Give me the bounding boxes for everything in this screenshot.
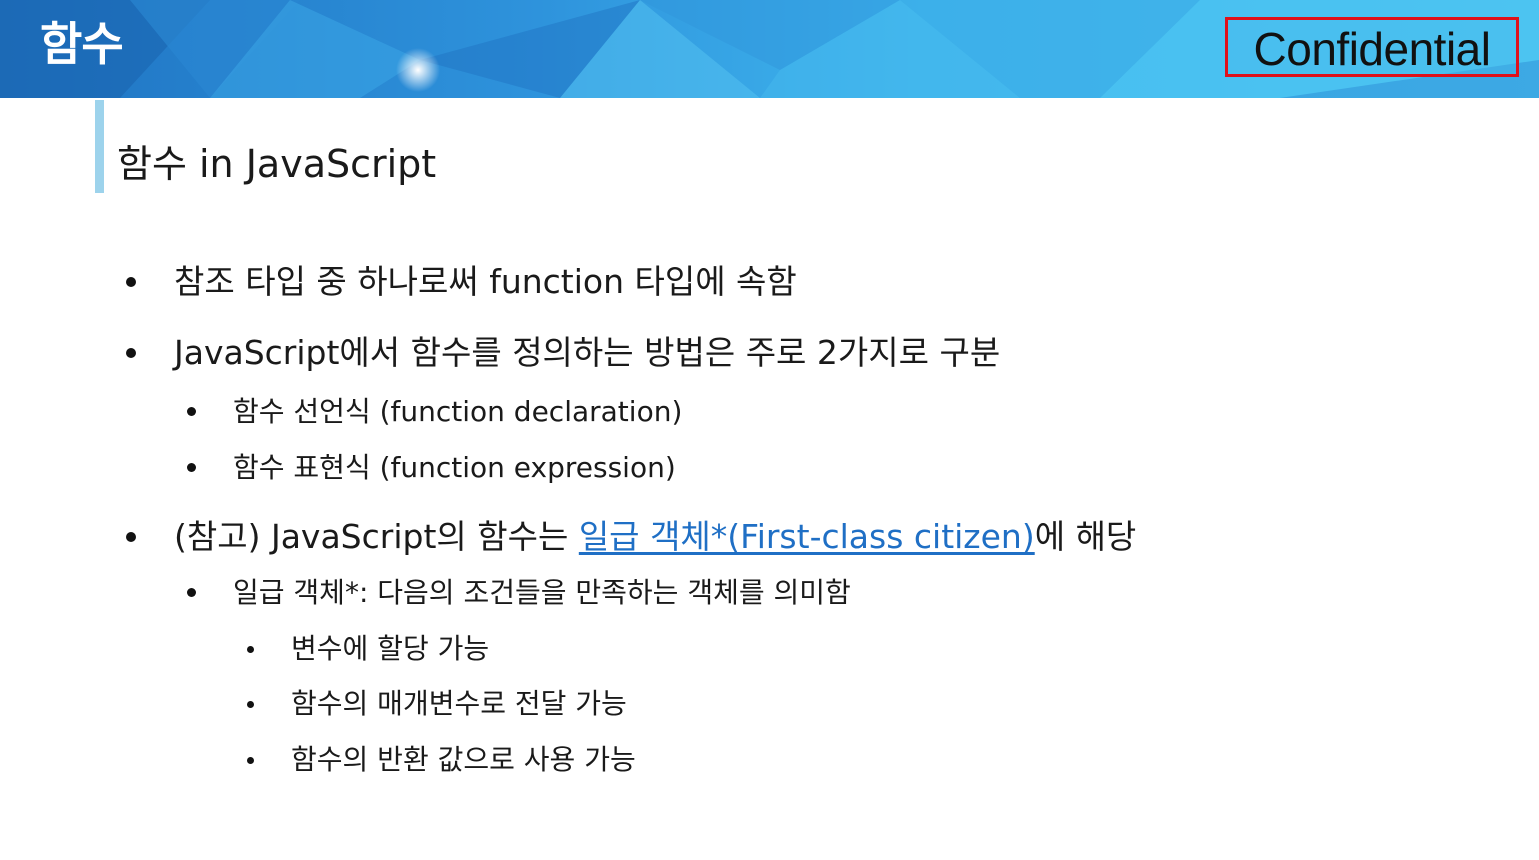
bullet-text-prefix: (참고) JavaScript의 함수는 xyxy=(174,517,579,556)
first-class-citizen-link[interactable]: 일급 객체*(First-class citizen) xyxy=(579,517,1035,556)
bullet-text: JavaScript에서 함수를 정의하는 방법은 주로 2가지로 구분 xyxy=(174,333,1001,372)
sub-bullet-expression: 함수 표현식 (function expression) xyxy=(187,450,676,486)
condition-return-value: 함수의 반환 값으로 사용 가능 xyxy=(247,742,636,778)
sub-bullet-first-class-definition: 일급 객체*: 다음의 조건들을 만족하는 객체를 의미함 xyxy=(187,575,851,611)
bullet-reference-type: 참조 타입 중 하나로써 function 타입에 속함 xyxy=(126,262,797,302)
bullet-dot xyxy=(187,407,196,416)
bullet-text: 함수 표현식 (function expression) xyxy=(233,451,676,484)
bullet-list: 참조 타입 중 하나로써 function 타입에 속함 JavaScript에… xyxy=(0,0,1539,860)
bullet-dot xyxy=(247,757,254,764)
condition-assign-variable: 변수에 할당 가능 xyxy=(247,631,490,667)
bullet-text: 변수에 할당 가능 xyxy=(291,632,490,665)
bullet-text: 일급 객체*: 다음의 조건들을 만족하는 객체를 의미함 xyxy=(233,576,851,609)
condition-pass-parameter: 함수의 매개변수로 전달 가능 xyxy=(247,686,627,722)
bullet-dot xyxy=(247,646,254,653)
bullet-text: 함수의 매개변수로 전달 가능 xyxy=(291,687,627,720)
sub-bullet-declaration: 함수 선언식 (function declaration) xyxy=(187,394,683,430)
bullet-text: 함수의 반환 값으로 사용 가능 xyxy=(291,743,636,776)
bullet-dot xyxy=(126,532,136,542)
bullet-text-suffix: 에 해당 xyxy=(1034,517,1137,556)
bullet-dot xyxy=(126,277,136,287)
bullet-first-class: (참고) JavaScript의 함수는 일급 객체*(First-class … xyxy=(126,517,1137,557)
bullet-dot xyxy=(247,701,254,708)
bullet-define-methods: JavaScript에서 함수를 정의하는 방법은 주로 2가지로 구분 xyxy=(126,333,1001,373)
bullet-dot xyxy=(187,463,196,472)
bullet-dot xyxy=(126,348,136,358)
bullet-dot xyxy=(187,588,196,597)
bullet-text: 함수 선언식 (function declaration) xyxy=(233,395,683,428)
bullet-text: 참조 타입 중 하나로써 function 타입에 속함 xyxy=(174,262,797,301)
